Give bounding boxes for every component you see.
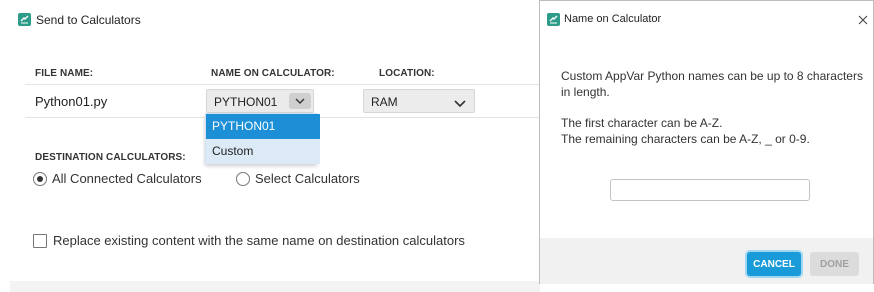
ti-connect-app-icon	[18, 13, 31, 26]
dialog-footer: CANCEL DONE	[540, 238, 873, 284]
dropdown-option-custom[interactable]: Custom	[206, 139, 320, 164]
window-footer-strip	[10, 281, 540, 292]
column-header-name-on-calculator: NAME ON CALCULATOR:	[211, 68, 335, 79]
dialog-text-line2: in length.	[561, 85, 610, 99]
column-header-location: LOCATION:	[379, 68, 435, 79]
name-select-value: PYTHON01	[214, 95, 278, 109]
name-on-calculator-dialog: Name on Calculator Custom AppVar Python …	[539, 0, 874, 284]
header-divider	[25, 84, 545, 85]
name-dropdown-list: PYTHON01 Custom	[205, 113, 320, 164]
dialog-title: Name on Calculator	[564, 13, 662, 25]
column-header-file-name: FILE NAME:	[35, 68, 94, 79]
send-to-calculators-window: Send to Calculators FILE NAME: NAME ON C…	[0, 0, 545, 292]
dialog-text-line4: The remaining characters can be A-Z, _ o…	[561, 132, 810, 146]
chevron-down-icon[interactable]	[454, 95, 466, 113]
location-select[interactable]: RAM	[363, 89, 475, 113]
location-select-value: RAM	[371, 95, 398, 109]
custom-name-input[interactable]	[610, 179, 810, 201]
replace-checkbox-label: Replace existing content with the same n…	[53, 233, 465, 248]
file-name-value: Python01.py	[35, 94, 108, 109]
chevron-down-icon[interactable]	[289, 93, 311, 109]
radio-select-calculators[interactable]	[236, 172, 250, 186]
radio-label-select-calculators: Select Calculators	[255, 171, 360, 186]
dialog-text-line3: The first character can be A-Z.	[561, 116, 723, 130]
close-icon[interactable]	[858, 12, 868, 30]
done-button[interactable]: DONE	[810, 252, 859, 276]
window-title: Send to Calculators	[36, 13, 141, 27]
destination-heading: DESTINATION CALCULATORS:	[35, 152, 186, 163]
radio-label-all-connected: All Connected Calculators	[52, 171, 202, 186]
radio-all-connected[interactable]	[33, 172, 47, 186]
dialog-text-line1: Custom AppVar Python names can be up to …	[561, 69, 863, 83]
ti-connect-app-icon	[547, 13, 560, 26]
radio-selected-dot	[37, 176, 43, 182]
dropdown-option-python01[interactable]: PYTHON01	[206, 114, 320, 139]
name-on-calculator-select[interactable]: PYTHON01	[206, 89, 314, 113]
replace-checkbox[interactable]	[33, 234, 47, 248]
cancel-button[interactable]: CANCEL	[747, 252, 801, 276]
